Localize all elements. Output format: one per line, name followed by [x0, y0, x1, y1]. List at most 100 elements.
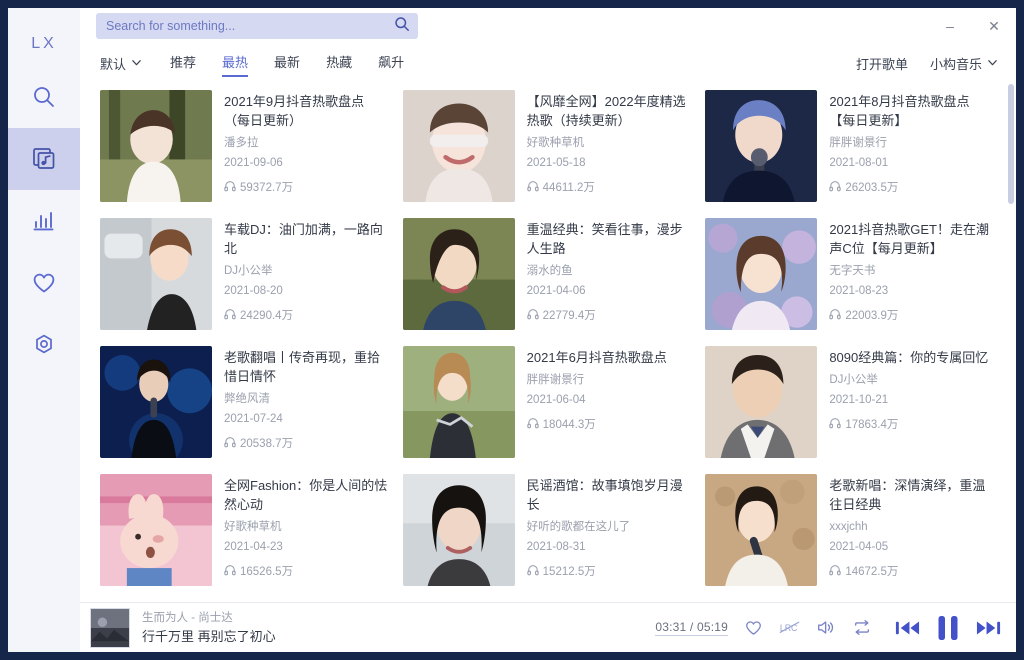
playlist-card[interactable]: 车载DJ：油门加满，一路向北 DJ小公举 2021-08-20 24290.4万 — [100, 210, 403, 338]
sidebar-item-ranking[interactable] — [8, 190, 80, 252]
search-icon — [31, 84, 57, 110]
tab-hottest[interactable]: 最热 — [222, 52, 248, 75]
playlist-plays: 15212.5万 — [527, 563, 692, 579]
playlist-cover[interactable] — [705, 218, 817, 330]
playlist-plays: 14672.5万 — [829, 563, 994, 579]
cover-image — [705, 346, 817, 458]
headphone-icon — [527, 564, 539, 579]
search-icon[interactable] — [394, 16, 410, 37]
playlist-meta: 2021年9月抖音热歌盘点（每日更新） 潘多拉 2021-09-06 59372… — [224, 90, 389, 202]
chevron-down-icon — [987, 56, 998, 71]
cover-image — [705, 474, 817, 586]
like-button[interactable] — [744, 618, 763, 637]
tab-recommend[interactable]: 推荐 — [170, 52, 196, 75]
sidebar-item-favorites[interactable] — [8, 252, 80, 314]
playlist-card[interactable]: 2021年6月抖音热歌盘点 胖胖谢景行 2021-06-04 18044.3万 — [403, 338, 706, 466]
playlist-author: 无字天书 — [829, 262, 994, 280]
sidebar-item-search[interactable] — [8, 66, 80, 128]
sidebar-item-playlist[interactable] — [8, 128, 80, 190]
playlist-author: 弊绝风清 — [224, 390, 389, 408]
tab-newest[interactable]: 最新 — [274, 52, 300, 75]
chevron-down-icon — [131, 56, 142, 71]
playlist-author: DJ小公举 — [224, 262, 389, 280]
toolbar-right: 打开歌单 小构音乐 — [856, 54, 998, 73]
playlist-card[interactable]: 2021年8月抖音热歌盘点【每日更新】 胖胖谢景行 2021-08-01 262… — [705, 82, 1008, 210]
playlist-cover[interactable] — [100, 474, 212, 586]
playlist-plays: 59372.7万 — [224, 179, 389, 195]
playlist-card[interactable]: 民谣酒馆：故事填饱岁月漫长 好听的歌都在这儿了 2021-08-31 15212… — [403, 466, 706, 594]
playlist-author: 好听的歌都在这儿了 — [527, 518, 692, 536]
lrc-lyrics-button[interactable]: LRC — [779, 618, 800, 637]
sidebar: LX — [8, 8, 80, 652]
playlist-date: 2021-10-21 — [829, 391, 994, 409]
playlist-play-count: 24290.4万 — [240, 307, 293, 323]
playlist-title: 老歌新唱：深情演绎，重温往日经典 — [829, 476, 994, 514]
source-dropdown[interactable]: 小构音乐 — [930, 54, 998, 73]
playlist-cover[interactable] — [100, 346, 212, 458]
close-button[interactable]: ✕ — [972, 11, 1016, 41]
playlist-card[interactable]: 【风靡全网】2022年度精选热歌（持续更新） 好歌种草机 2021-05-18 … — [403, 82, 706, 210]
headphone-icon — [829, 417, 841, 432]
playlist-date: 2021-04-05 — [829, 538, 994, 556]
pause-button[interactable] — [935, 613, 961, 643]
now-playing-info: 生而为人 - 尚士达 行千万里 再别忘了初心 — [142, 610, 276, 646]
playlist-title: 民谣酒馆：故事填饱岁月漫长 — [527, 476, 692, 514]
now-playing-cover[interactable] — [90, 608, 130, 648]
playlist-card[interactable]: 2021抖音热歌GET！走在潮声C位【每月更新】 无字天书 2021-08-23… — [705, 210, 1008, 338]
playlist-grid-container[interactable]: 2021年9月抖音热歌盘点（每日更新） 潘多拉 2021-09-06 59372… — [80, 82, 1016, 652]
tab-hot-collection[interactable]: 热藏 — [326, 52, 352, 75]
repeat-button[interactable] — [852, 618, 872, 637]
playlist-date: 2021-06-04 — [527, 391, 692, 409]
headphone-icon — [224, 436, 236, 451]
playlist-card[interactable]: 全网Fashion：你是人间的怯然心动 好歌种草机 2021-04-23 165… — [100, 466, 403, 594]
volume-button[interactable] — [816, 618, 836, 637]
title-bar: – ✕ — [80, 8, 1016, 44]
playlist-card[interactable]: 老歌新唱：深情演绎，重温往日经典 xxxjchh 2021-04-05 1467… — [705, 466, 1008, 594]
player-bar: 生而为人 - 尚士达 行千万里 再别忘了初心 03:31 / 05:19 LRC — [80, 602, 1016, 652]
playlist-date: 2021-08-01 — [829, 154, 994, 172]
search-input[interactable] — [106, 19, 394, 33]
playlist-date: 2021-08-31 — [527, 538, 692, 556]
playlist-plays: 22003.9万 — [829, 307, 994, 323]
headphone-icon — [829, 308, 841, 323]
playlist-card[interactable]: 2021年9月抖音热歌盘点（每日更新） 潘多拉 2021-09-06 59372… — [100, 82, 403, 210]
playlist-title: 2021年9月抖音热歌盘点（每日更新） — [224, 92, 389, 130]
cover-image — [403, 346, 515, 458]
vertical-scrollbar[interactable] — [1008, 84, 1014, 204]
previous-button[interactable] — [894, 617, 921, 639]
playlist-meta: 民谣酒馆：故事填饱岁月漫长 好听的歌都在这儿了 2021-08-31 15212… — [527, 474, 692, 586]
playlist-title: 【风靡全网】2022年度精选热歌（持续更新） — [527, 92, 692, 130]
playlist-meta: 老歌翻唱丨传奇再现，重拾惜日情怀 弊绝风清 2021-07-24 20538.7… — [224, 346, 389, 458]
playlist-card[interactable]: 重温经典：笑看往事，漫步人生路 溺水的鱼 2021-04-06 22779.4万 — [403, 210, 706, 338]
playlist-meta: 老歌新唱：深情演绎，重温往日经典 xxxjchh 2021-04-05 1467… — [829, 474, 994, 586]
open-playlist-button[interactable]: 打开歌单 — [856, 54, 908, 73]
cover-image — [403, 90, 515, 202]
playlist-cover[interactable] — [403, 346, 515, 458]
playlist-cover[interactable] — [403, 90, 515, 202]
playlist-cover[interactable] — [705, 90, 817, 202]
playlist-cover[interactable] — [705, 346, 817, 458]
next-button[interactable] — [975, 617, 1002, 639]
headphone-icon — [527, 308, 539, 323]
playlist-title: 重温经典：笑看往事，漫步人生路 — [527, 220, 692, 258]
playlist-meta: 全网Fashion：你是人间的怯然心动 好歌种草机 2021-04-23 165… — [224, 474, 389, 586]
playlist-card[interactable]: 老歌翻唱丨传奇再现，重拾惜日情怀 弊绝风清 2021-07-24 20538.7… — [100, 338, 403, 466]
playlist-play-count: 22003.9万 — [845, 307, 898, 323]
playlist-cover[interactable] — [403, 474, 515, 586]
playlist-cover[interactable] — [100, 218, 212, 330]
sidebar-item-settings[interactable] — [8, 314, 80, 376]
sort-dropdown[interactable]: 默认 — [100, 54, 142, 73]
tab-rising[interactable]: 飙升 — [378, 52, 404, 75]
playlist-card[interactable]: 8090经典篇：你的专属回忆 DJ小公举 2021-10-21 17863.4万 — [705, 338, 1008, 466]
playlist-plays: 24290.4万 — [224, 307, 389, 323]
playlist-date: 2021-08-23 — [829, 282, 994, 300]
playlist-cover[interactable] — [403, 218, 515, 330]
playlist-plays: 20538.7万 — [224, 435, 389, 451]
playlist-play-count: 20538.7万 — [240, 435, 293, 451]
playlist-title: 车载DJ：油门加满，一路向北 — [224, 220, 389, 258]
playlist-cover[interactable] — [100, 90, 212, 202]
search-box[interactable] — [96, 13, 418, 39]
playlist-cover[interactable] — [705, 474, 817, 586]
minimize-button[interactable]: – — [928, 11, 972, 41]
playlist-plays: 26203.5万 — [829, 179, 994, 195]
